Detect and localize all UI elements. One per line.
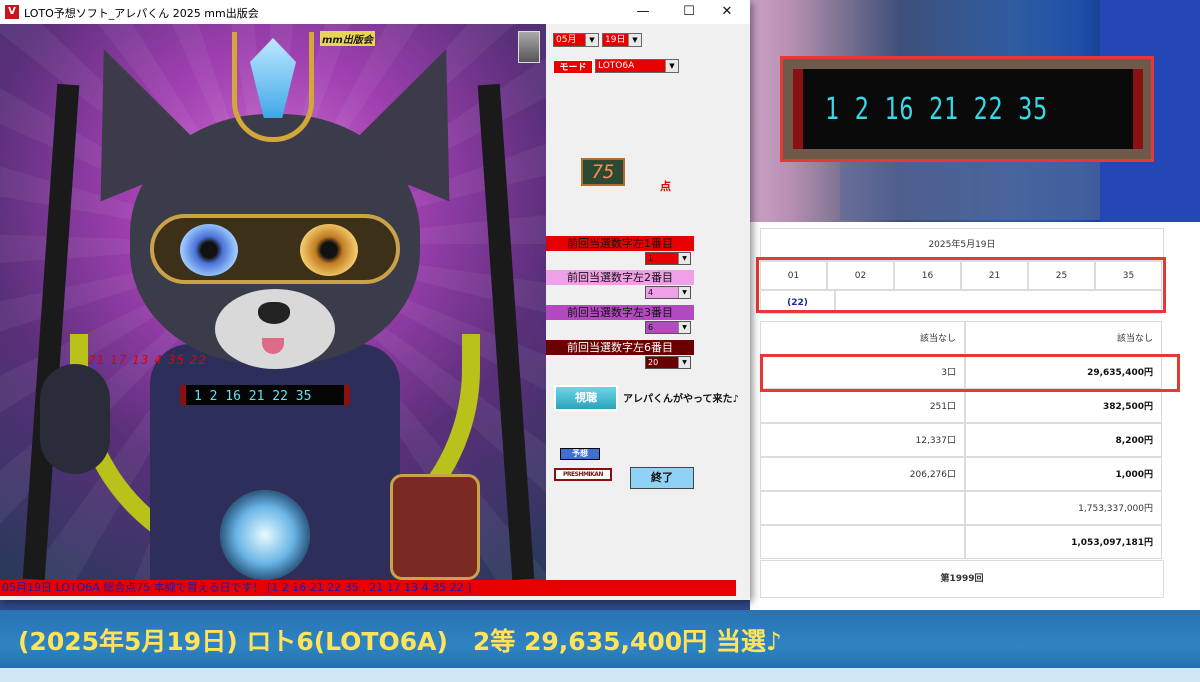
prize-amount-cell: 8,200円 bbox=[965, 423, 1162, 457]
caption-banner: (2025年5月19日) ロト6(LOTO6A) 2等 29,635,400円 … bbox=[0, 610, 1200, 682]
results-table: 2025年5月19日 01 02 16 21 25 35 (22) 該当なし 該当なし 3口 2… bbox=[750, 222, 1200, 610]
prediction-numbers: 21 17 13 4 35 22 bbox=[88, 353, 208, 367]
video-highlight-box: 1 2 16 21 22 35 bbox=[780, 56, 1154, 162]
previous-number-select[interactable]: 4 ▼ bbox=[645, 286, 691, 299]
day-select[interactable]: 19日 ▼ bbox=[602, 33, 642, 47]
previous-number-label: 前回当選数字左3番目 bbox=[546, 305, 694, 320]
chevron-down-icon: ▼ bbox=[678, 287, 690, 298]
previous-number-select[interactable]: 6 ▼ bbox=[645, 321, 691, 334]
previous-number-label: 前回当選数字左2番目 bbox=[546, 270, 694, 285]
art-winning-numbers: 1 2 16 21 22 35 bbox=[194, 389, 312, 404]
app-icon: V bbox=[5, 5, 19, 19]
prize-amount-cell: 382,500円 bbox=[965, 389, 1162, 423]
caption-text: (2025年5月19日) ロト6(LOTO6A) 2等 29,635,400円 … bbox=[18, 627, 782, 656]
end-button[interactable]: 終了 bbox=[630, 467, 694, 489]
prize-count-cell: 該当なし bbox=[760, 321, 965, 355]
status-strip: 05月19日 LOTO6A 総合点75 本線で買える日です！ [1 2 16 2… bbox=[0, 580, 736, 596]
prize-amount-cell: 1,753,337,000円 bbox=[965, 491, 1162, 525]
feature-button[interactable]: PRESHMIKAN bbox=[554, 468, 612, 481]
close-button[interactable]: ✕ bbox=[704, 0, 750, 24]
window-title: LOTO予想ソフト_アレパくん 2025 mm出版会 bbox=[24, 7, 259, 20]
chevron-down-icon: ▼ bbox=[665, 60, 678, 72]
background-website: 1 2 16 21 22 35 2025年5月19日 01 02 16 21 25 35 … bbox=[750, 0, 1200, 610]
arrival-message: アレパくんがやって来た♪ bbox=[623, 394, 739, 405]
second-prize-highlight-box bbox=[760, 354, 1180, 392]
predict-button[interactable]: 予想 bbox=[560, 448, 600, 460]
watch-button[interactable]: 視聴 bbox=[554, 385, 618, 411]
art-number-display: 1 2 16 21 22 35 bbox=[180, 385, 350, 405]
score-display: 75 bbox=[581, 158, 625, 186]
numbers-highlight-box bbox=[756, 257, 1166, 313]
chevron-down-icon: ▼ bbox=[678, 253, 690, 264]
publisher-label: mm出版会 bbox=[320, 31, 375, 46]
minimize-button[interactable]: — bbox=[620, 0, 666, 24]
previous-number-select[interactable]: 20 ▼ bbox=[645, 356, 691, 369]
video-winning-numbers: 1 2 16 21 22 35 bbox=[825, 91, 1049, 127]
character-artwork bbox=[0, 24, 546, 580]
prize-count-cell: 12,337口 bbox=[760, 423, 965, 457]
previous-number-select[interactable]: 1 ▼ bbox=[645, 252, 691, 265]
score-unit: 点 bbox=[660, 180, 671, 193]
prize-count-cell bbox=[760, 491, 965, 525]
medal-icon bbox=[220, 490, 310, 580]
mode-label: モード bbox=[553, 60, 593, 74]
chevron-down-icon: ▼ bbox=[585, 34, 598, 46]
month-select[interactable]: 05月 ▼ bbox=[553, 33, 599, 47]
next-round-header: 第1999回 bbox=[760, 560, 1164, 598]
prize-amount-cell: 1,053,097,181円 bbox=[965, 525, 1162, 559]
prize-amount-cell: 1,000円 bbox=[965, 457, 1162, 491]
chevron-down-icon: ▼ bbox=[678, 357, 690, 368]
previous-number-label: 前回当選数字左6番目 bbox=[546, 340, 694, 355]
portrait-thumbnail[interactable] bbox=[518, 31, 540, 63]
prize-count-cell bbox=[760, 525, 965, 559]
mode-select[interactable]: LOTO6A ▼ bbox=[595, 59, 679, 73]
prize-count-cell: 251口 bbox=[760, 389, 965, 423]
chevron-down-icon: ▼ bbox=[628, 34, 641, 46]
prize-count-cell: 206,276口 bbox=[760, 457, 965, 491]
prize-amount-cell: 該当なし bbox=[965, 321, 1162, 355]
video-number-display: 1 2 16 21 22 35 bbox=[793, 69, 1143, 149]
previous-number-label: 前回当選数字左1番目 bbox=[546, 236, 694, 251]
chevron-down-icon: ▼ bbox=[678, 322, 690, 333]
app-window: V LOTO予想ソフト_アレパくん 2025 mm出版会 — ☐ ✕ mm出版会… bbox=[0, 0, 750, 600]
video-frame: 1 2 16 21 22 35 bbox=[750, 0, 1200, 222]
title-bar[interactable]: V LOTO予想ソフト_アレパくん 2025 mm出版会 — ☐ ✕ bbox=[0, 0, 750, 24]
